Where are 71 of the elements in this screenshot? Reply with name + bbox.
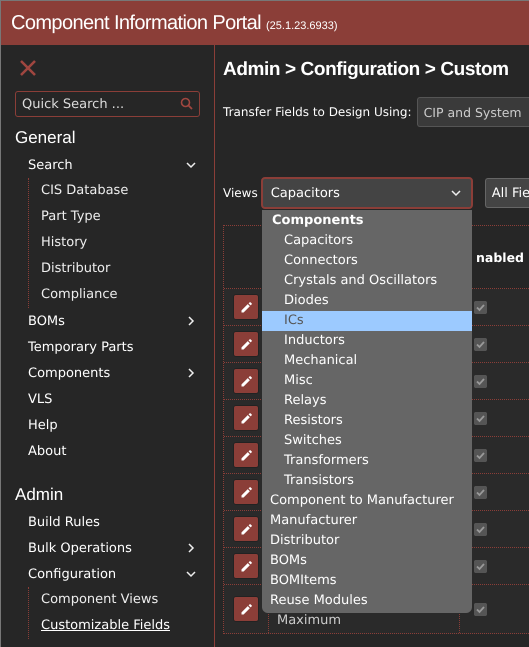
pencil-icon [238, 410, 254, 426]
dropdown-option[interactable]: Manufacturer [262, 511, 472, 531]
dropdown-option[interactable]: Relays [262, 391, 472, 411]
dropdown-option[interactable]: Diodes [262, 291, 472, 311]
edit-button[interactable] [233, 516, 259, 542]
pencil-icon [238, 336, 254, 352]
transfer-label: Transfer Fields to Design Using: [223, 105, 412, 119]
dropdown-option[interactable]: Capacitors [262, 231, 472, 251]
dropdown-option[interactable]: BOMItems [262, 571, 472, 591]
pencil-icon [238, 602, 254, 616]
sidebar-item[interactable]: Components [28, 366, 110, 380]
sidebar-item[interactable]: About [28, 444, 66, 458]
views-label: Views [223, 186, 258, 200]
sidebar-item[interactable]: Bulk Operations [28, 540, 132, 556]
sidebar-subitem[interactable]: Customizable Fields [41, 618, 170, 633]
section-heading: Admin [15, 485, 64, 505]
sidebar-subitem[interactable]: CIS Database [41, 183, 128, 198]
dropdown-option[interactable]: Crystals and Oscillators [262, 271, 472, 291]
pencil-icon [238, 558, 254, 574]
transfer-select[interactable]: CIP and System [416, 97, 529, 127]
edit-button[interactable] [233, 442, 259, 468]
dropdown-option[interactable]: ICs [262, 311, 472, 331]
chevron-icon[interactable] [186, 569, 196, 579]
close-icon[interactable] [19, 59, 37, 77]
dropdown-option[interactable]: Transistors [262, 471, 472, 491]
dropdown-option[interactable]: Mechanical [262, 351, 472, 371]
section-heading: General [15, 128, 76, 148]
version-label: (25.1.23.6933) [266, 20, 338, 32]
sidebar-item[interactable]: Configuration [28, 566, 116, 582]
edit-button[interactable] [233, 479, 259, 505]
pencil-icon [238, 374, 254, 388]
edit-button[interactable] [233, 405, 259, 431]
sidebar-item[interactable]: Temporary Parts [28, 340, 134, 354]
edit-button[interactable] [233, 596, 259, 622]
option-group-label: Components [271, 212, 365, 230]
pencil-icon [238, 448, 254, 462]
edit-button[interactable] [233, 294, 259, 320]
edit-button[interactable] [233, 368, 259, 394]
chevron-icon[interactable] [186, 316, 196, 326]
dropdown-option[interactable]: Component to Manufacturer [262, 491, 472, 511]
dropdown-option[interactable]: Distributor [262, 531, 472, 551]
dropdown-option[interactable]: Connectors [262, 251, 472, 271]
search-icon[interactable] [180, 97, 193, 110]
pencil-icon [238, 522, 254, 536]
chevron-icon [450, 188, 461, 198]
sidebar-subitem[interactable]: Distributor [41, 261, 110, 276]
quick-search-field[interactable]: Quick Search ... [15, 91, 200, 117]
sidebar-subitem[interactable]: History [41, 235, 88, 250]
pencil-icon [238, 484, 254, 500]
dropdown-option[interactable]: Reuse Modules [262, 591, 472, 611]
sidebar-item[interactable]: Help [28, 418, 58, 432]
chevron-icon[interactable] [186, 543, 196, 553]
dropdown-option[interactable]: Switches [262, 431, 472, 451]
sidebar-subitem[interactable]: Part Type [41, 209, 101, 224]
dropdown-option[interactable]: BOMs [262, 551, 472, 571]
chevron-icon[interactable] [186, 368, 196, 378]
views-select[interactable]: Capacitors [260, 177, 473, 209]
column-header: nabled [476, 250, 524, 264]
page-title: Admin > Configuration > Custom [223, 59, 509, 81]
edit-button[interactable] [233, 553, 259, 579]
pencil-icon [238, 300, 254, 314]
sidebar-item[interactable]: BOMs [28, 314, 65, 328]
edit-button[interactable] [233, 331, 259, 357]
sidebar-item[interactable]: Search [28, 158, 73, 172]
chevron-icon[interactable] [186, 160, 196, 170]
app-title: Component Information Portal [11, 11, 262, 36]
sidebar-item[interactable]: VLS [28, 392, 52, 406]
sidebar-subitem[interactable]: Component Views [41, 592, 158, 607]
sidebar-subitem[interactable]: Compliance [41, 287, 118, 302]
table-cell: Maximum [277, 613, 342, 628]
sidebar-item[interactable]: Build Rules [28, 514, 100, 530]
